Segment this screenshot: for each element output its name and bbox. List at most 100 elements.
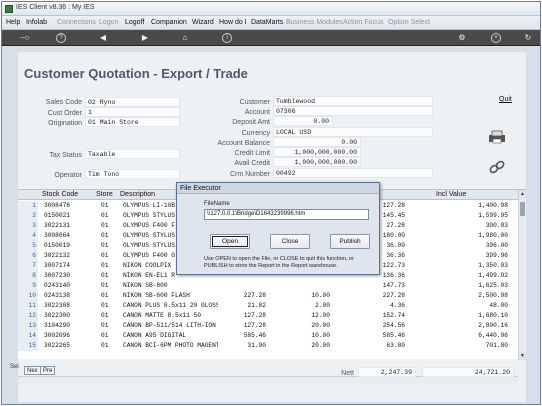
cust-order-label: Cust Order: [47, 110, 82, 117]
sales-code-field[interactable]: 02 Ryno: [85, 97, 180, 107]
menu-how-do-i[interactable]: How do I: [219, 19, 247, 26]
customer-field[interactable]: Tumblewood: [273, 96, 433, 106]
table-cell: 20.00: [311, 322, 330, 329]
table-cell: 396.00: [485, 242, 508, 249]
publish-button[interactable]: Publish: [330, 234, 370, 249]
settings-icon[interactable]: ⚙: [457, 33, 467, 43]
grid-vertical-scrollbar[interactable]: ▲ ▼: [518, 190, 526, 360]
table-row[interactable]: 9 0243140 01 NIKON SB-800 147.73 1,625.03: [18, 281, 518, 291]
table-cell: 01: [101, 332, 109, 339]
col-incl-value[interactable]: Incl Value: [436, 191, 466, 198]
table-cell: 63.80: [386, 342, 405, 349]
link-icon[interactable]: [488, 160, 506, 174]
cust-order-field[interactable]: 1: [85, 107, 180, 117]
table-cell: 21.82: [247, 302, 266, 309]
menu-companion[interactable]: Companion: [151, 19, 187, 26]
table-cell: 10.00: [311, 332, 330, 339]
table-cell: CANON MATTE 8.5x11 50: [123, 312, 201, 319]
open-button[interactable]: Open: [210, 234, 250, 249]
table-cell: 3022131: [44, 222, 70, 229]
row-number: 8: [18, 271, 38, 281]
row-number: 6: [18, 251, 38, 261]
table-cell: 3022265: [44, 342, 70, 349]
file-executor-dialog: File Executor FileName \\127.0.0.1\Bridg…: [176, 182, 380, 275]
table-cell: NIKON SB-800: [123, 282, 168, 289]
table-row[interactable]: 11 3022308 01 CANON PLUS 8.5x11 20 GLOSSY 21…: [18, 301, 518, 311]
table-cell: 585.46: [243, 332, 266, 339]
table-cell: 3022308: [44, 302, 70, 309]
grid-horizontal-scrollbar[interactable]: [18, 376, 518, 384]
table-cell: 3007230: [44, 272, 70, 279]
credit-limit-field: 1,000,000,000.00: [273, 147, 361, 157]
table-cell: 300.03: [485, 222, 508, 229]
window-title: IES Client v8.36 : My IES: [16, 4, 95, 11]
tax-status-field[interactable]: Taxable: [85, 149, 180, 159]
key-icon[interactable]: ⎯○: [16, 33, 34, 43]
table-cell: 3022300: [44, 312, 70, 319]
table-cell: 585.46: [382, 332, 405, 339]
table-cell: CANON BCI-6PM PHOTO MAGENTA: [123, 342, 218, 349]
refresh-icon[interactable]: ↻: [523, 33, 533, 43]
table-cell: CANON BP-511/514 LITH-ION B: [123, 322, 218, 329]
info-icon[interactable]: i: [222, 33, 232, 43]
scroll-thumb[interactable]: [520, 202, 525, 216]
menu-action-focus: Action Focus: [343, 19, 384, 26]
col-stock-code[interactable]: Stock Code: [42, 191, 78, 198]
row-number: 13: [18, 321, 38, 331]
table-cell: 4.36: [390, 302, 405, 309]
table-cell: 0150019: [44, 242, 70, 249]
nett-label: Nett: [341, 370, 354, 377]
menu-infolab[interactable]: Infolab: [26, 19, 47, 26]
table-row[interactable]: 15 3022265 01 CANON BCI-6PM PHOTO MAGENTA 31…: [18, 341, 518, 351]
table-row[interactable]: 13 3104290 01 CANON BP-511/514 LITH-ION B 12…: [18, 321, 518, 331]
col-store[interactable]: Store: [96, 191, 113, 198]
tab-next[interactable]: Nex: [24, 366, 41, 375]
menu-logoff[interactable]: Logoff: [125, 19, 144, 26]
table-cell: 0243138: [44, 292, 70, 299]
menu-bar: Help Infolab Connections Logon Logoff Co…: [2, 16, 540, 30]
printer-icon[interactable]: [488, 130, 506, 144]
credit-limit-label: Credit Limit: [234, 150, 270, 157]
page-title: Customer Quotation - Export / Trade: [24, 66, 248, 81]
menu-connections: Connections: [57, 19, 96, 26]
help-icon[interactable]: ?: [56, 33, 66, 43]
account-field[interactable]: 07306: [273, 106, 433, 116]
crm-number-label: Crm Number: [229, 171, 270, 178]
close-button[interactable]: Close: [270, 234, 310, 249]
col-description[interactable]: Description: [120, 191, 155, 198]
quit-link[interactable]: Quit: [499, 96, 512, 103]
table-cell: 3002096: [44, 332, 70, 339]
crm-number-field[interactable]: 00492: [273, 168, 433, 178]
tab-prev[interactable]: Pre: [40, 366, 56, 375]
add-icon[interactable]: +: [491, 33, 501, 43]
operator-field[interactable]: Tim Tono: [85, 169, 180, 179]
home-icon[interactable]: ⌂: [180, 33, 190, 43]
table-cell: 01: [101, 212, 109, 219]
forward-icon[interactable]: ▶: [140, 33, 150, 43]
menu-datamarts[interactable]: DataMarts: [251, 19, 283, 26]
table-row[interactable]: 12 3022300 01 CANON MATTE 8.5x11 50 127.28 12…: [18, 311, 518, 321]
scroll-down-icon[interactable]: ▼: [519, 352, 526, 360]
table-cell: 3007174: [44, 262, 70, 269]
table-cell: NIKON SB-600 FLASH: [123, 292, 190, 299]
operator-label: Operator: [54, 172, 82, 179]
table-row[interactable]: 14 3002096 01 CANON A95 DIGITAL 585.46 10.00 5…: [18, 331, 518, 341]
nett-excl-total: 2,247.39: [358, 367, 416, 377]
scroll-up-icon[interactable]: ▲: [519, 190, 526, 198]
row-number: 4: [18, 231, 38, 241]
filename-input[interactable]: \\127.0.0.1\Bridge\D1643239996.htm: [204, 209, 369, 220]
menu-help[interactable]: Help: [6, 19, 20, 26]
table-cell: 01: [101, 242, 109, 249]
table-row[interactable]: 10 0243138 01 NIKON SB-600 FLASH 227.28 10.00…: [18, 291, 518, 301]
row-number: 3: [18, 221, 38, 231]
table-cell: 1,400.08: [478, 202, 508, 209]
table-cell: 2,500.08: [478, 292, 508, 299]
side-label: Sel: [10, 364, 19, 370]
currency-field[interactable]: LOCAL USD: [273, 127, 433, 137]
table-cell: 3008478: [44, 202, 70, 209]
menu-wizard[interactable]: Wizard: [192, 19, 214, 26]
app-window: IES Client v8.36 : My IES Help Infolab C…: [1, 1, 541, 405]
deposit-field[interactable]: 0.00: [273, 116, 333, 126]
back-icon[interactable]: ◀: [98, 33, 108, 43]
origination-field[interactable]: 01 Main Store: [85, 117, 180, 127]
